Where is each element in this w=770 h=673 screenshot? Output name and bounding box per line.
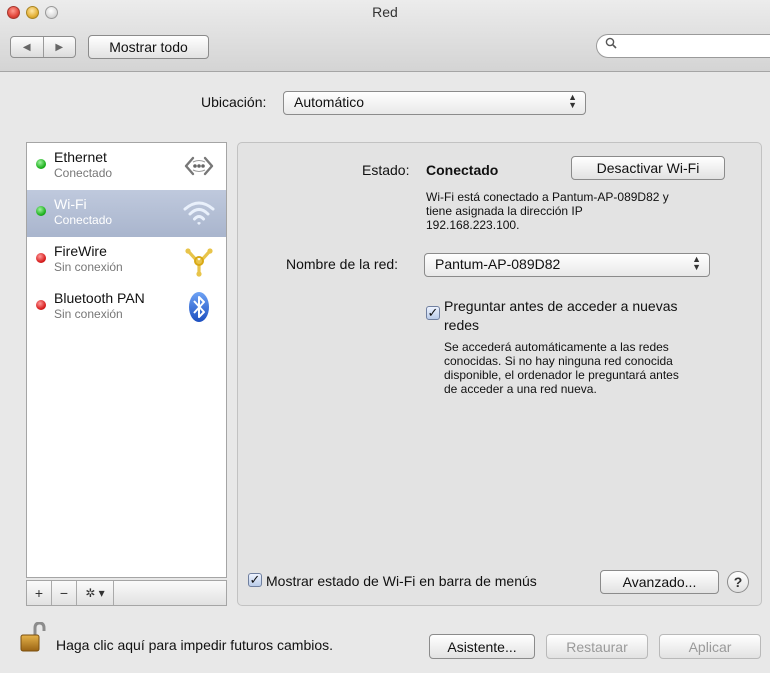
service-status: Conectado xyxy=(54,213,113,227)
service-status: Conectado xyxy=(54,166,113,180)
search-icon xyxy=(605,37,617,52)
network-name-value: Pantum-AP-089D82 xyxy=(435,256,561,272)
apply-button[interactable]: Aplicar xyxy=(659,634,761,659)
service-name: Wi-Fi xyxy=(54,196,87,212)
wifi-icon xyxy=(183,201,215,225)
add-service-button[interactable]: + xyxy=(27,581,52,605)
search-field[interactable] xyxy=(596,34,770,58)
back-button[interactable]: ◀ xyxy=(11,37,44,57)
advanced-button[interactable]: Avanzado... xyxy=(600,570,719,594)
location-label: Ubicación: xyxy=(201,94,267,110)
back-forward-control: ◀ ▶ xyxy=(10,36,76,58)
forward-arrow-icon: ▶ xyxy=(55,41,64,53)
status-value: Conectado xyxy=(426,162,499,178)
help-button[interactable]: ? xyxy=(727,571,749,593)
show-wifi-status-label[interactable]: Mostrar estado de Wi-Fi en barra de menú… xyxy=(266,573,537,589)
service-name: FireWire xyxy=(54,243,107,259)
service-status: Sin conexión xyxy=(54,260,123,274)
show-wifi-status-checkbox[interactable]: ✓ xyxy=(248,573,262,587)
ask-to-join-checkbox[interactable]: ✓ xyxy=(426,306,440,320)
revert-button[interactable]: Restaurar xyxy=(546,634,648,659)
ethernet-icon xyxy=(184,156,214,176)
forward-button[interactable]: ▶ xyxy=(44,37,76,57)
location-value: Automático xyxy=(294,94,365,110)
service-item-bluetooth-pan[interactable]: Bluetooth PAN Sin conexión xyxy=(27,284,226,331)
remove-service-button[interactable]: − xyxy=(52,581,77,605)
ask-to-join-label[interactable]: Preguntar antes de acceder a nuevas rede… xyxy=(444,297,678,335)
service-item-wifi[interactable]: Wi-Fi Conectado xyxy=(27,190,226,237)
ask-to-join-description: Se accederá automáticamente a las redes … xyxy=(444,340,679,396)
service-actions-gear-button[interactable]: ✲ ▾ xyxy=(77,581,114,605)
back-arrow-icon: ◀ xyxy=(22,41,31,53)
turn-off-wifi-button[interactable]: Desactivar Wi-Fi xyxy=(571,156,725,180)
lock-hint-text[interactable]: Haga clic aquí para impedir futuros camb… xyxy=(56,637,333,653)
status-description: Wi-Fi está conectado a Pantum-AP-089D82 … xyxy=(426,190,669,232)
service-item-firewire[interactable]: FireWire Sin conexión xyxy=(27,237,226,284)
network-name-label: Nombre de la red: xyxy=(286,256,399,272)
service-name: Bluetooth PAN xyxy=(54,290,145,306)
bluetooth-icon xyxy=(189,292,209,322)
assistant-button[interactable]: Asistente... xyxy=(429,634,535,659)
service-list: Ethernet Conectado Wi-Fi Conectado FireW… xyxy=(26,142,227,578)
firewire-icon xyxy=(185,248,213,277)
status-dot-disconnected xyxy=(36,253,46,263)
window-titlebar: Red ◀ ▶ Mostrar todo xyxy=(0,0,770,72)
lock-icon[interactable] xyxy=(20,622,46,652)
service-list-toolbar: + − ✲ ▾ xyxy=(26,580,227,606)
service-item-ethernet[interactable]: Ethernet Conectado xyxy=(27,143,226,190)
network-name-popup[interactable]: Pantum-AP-089D82 ▲ ▼ xyxy=(424,253,710,277)
status-label: Estado: xyxy=(362,162,410,178)
show-all-button[interactable]: Mostrar todo xyxy=(88,35,209,59)
popup-arrows-icon: ▲ ▼ xyxy=(568,92,577,110)
location-popup[interactable]: Automático ▲ ▼ xyxy=(283,91,586,115)
service-status: Sin conexión xyxy=(54,307,123,321)
service-name: Ethernet xyxy=(54,149,107,165)
status-dot-connected xyxy=(36,206,46,216)
popup-arrows-icon: ▲ ▼ xyxy=(692,254,701,272)
status-dot-disconnected xyxy=(36,300,46,310)
status-dot-connected xyxy=(36,159,46,169)
window-title: Red xyxy=(372,4,398,20)
